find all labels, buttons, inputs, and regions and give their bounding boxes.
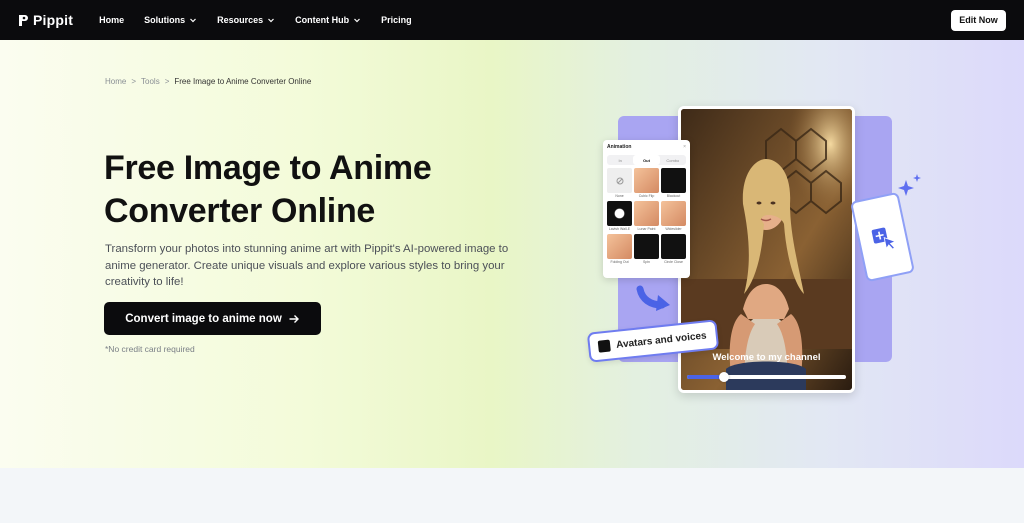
animation-thumbnail [661,234,686,259]
nav-item-label: Pricing [381,15,412,25]
page-title-line1: Free Image to Anime [104,149,432,187]
animation-thumbnail [607,168,632,193]
breadcrumb-separator: > [131,77,137,86]
chevron-down-icon [354,18,361,23]
animation-option[interactable]: Blackout [661,168,686,199]
page-title: Free Image to Anime Converter Online [104,147,524,233]
nav-item-content-hub[interactable]: Content Hub [295,15,361,25]
chevron-down-icon [268,18,275,23]
animation-panel-header: Animation × [607,144,686,150]
animation-grid: None Cubic Flip Blackout Lavish Wall-E Lunar… [607,168,686,265]
animation-caption: Blackout [666,194,681,198]
animation-caption: Wideslider [665,227,682,231]
animation-option[interactable]: None [607,168,632,199]
nav-item-home[interactable]: Home [99,15,124,25]
animation-thumbnail [607,234,632,259]
nav-item-label: Home [99,15,125,25]
animation-caption: Circle Close [664,260,683,264]
video-progress-bar[interactable] [687,372,846,382]
breadcrumb-separator: > [164,77,170,86]
arrow-right-icon [289,314,299,323]
no-credit-card-note: *No credit card required [105,344,195,354]
animation-thumbnail [634,201,659,226]
animation-panel-title: Animation [607,144,632,150]
animation-caption: Folding Out [610,260,629,264]
convert-image-button-label: Convert image to anime now [125,312,282,325]
nav-item-label: Content Hub [295,15,350,25]
nav-item-label: Solutions [144,15,186,25]
top-navbar: Pippit Home Solutions Resources Content … [0,0,1024,40]
animation-thumbnail [661,201,686,226]
nav-item-pricing[interactable]: Pricing [381,15,412,25]
nav-item-solutions[interactable]: Solutions [144,15,197,25]
breadcrumb-home[interactable]: Home [105,77,126,86]
next-section [0,468,1024,523]
edit-now-button[interactable]: Edit Now [951,9,1006,31]
animation-option[interactable]: Spin [634,234,659,265]
tab-out[interactable]: Out [633,155,660,165]
tab-in[interactable]: In [607,155,633,165]
curved-arrow-icon [636,285,670,311]
animation-option[interactable]: Lunar Paint [634,201,659,232]
animation-option[interactable]: Cubic Flip [634,168,659,199]
nav-item-label: Resources [217,15,264,25]
convert-image-button[interactable]: Convert image to anime now [104,302,321,335]
animation-thumbnail [661,168,686,193]
avatar-icon [597,339,611,353]
animation-option[interactable]: Circle Close [661,234,686,265]
brand-name: Pippit [33,12,74,28]
animation-caption: Spin [642,260,650,264]
hero-subtitle: Transform your photos into stunning anim… [105,243,509,288]
animation-option[interactable]: Wideslider [661,201,686,232]
breadcrumb-current: Free Image to Anime Converter Online [174,77,312,86]
breadcrumb-tools[interactable]: Tools [141,77,160,86]
brand-logo[interactable]: Pippit [18,12,73,28]
breadcrumb: Home > Tools > Free Image to Anime Conve… [105,77,311,86]
animation-panel: Animation × In Out Combo None Cubic Flip B… [603,140,690,278]
animation-tabs: In Out Combo [607,155,686,165]
pippit-logo-icon [19,14,28,26]
sparkle-icon [898,174,921,196]
page-title-line2: Converter Online [104,192,376,230]
animation-option[interactable]: Lavish Wall-E [607,201,632,232]
video-progress-handle[interactable] [718,372,729,382]
tab-combo[interactable]: Combo [660,155,686,165]
nav-item-resources[interactable]: Resources [217,15,275,25]
animation-caption: Lavish Wall-E [608,227,631,231]
animation-caption: Cubic Flip [638,194,655,198]
animation-caption: None [615,194,624,198]
close-icon[interactable]: × [683,144,686,150]
avatars-voices-label: Avatars and voices [615,329,708,351]
animation-caption: Lunar Paint [637,227,656,231]
none-icon [616,177,623,184]
main-menu: Home Solutions Resources Content Hub Pri… [99,15,412,25]
animation-thumbnail [634,168,659,193]
video-caption: Welcome to my channel [712,352,821,363]
animation-thumbnail [607,201,632,226]
animation-thumbnail [634,234,659,259]
chevron-down-icon [190,18,197,23]
animation-option[interactable]: Folding Out [607,234,632,265]
